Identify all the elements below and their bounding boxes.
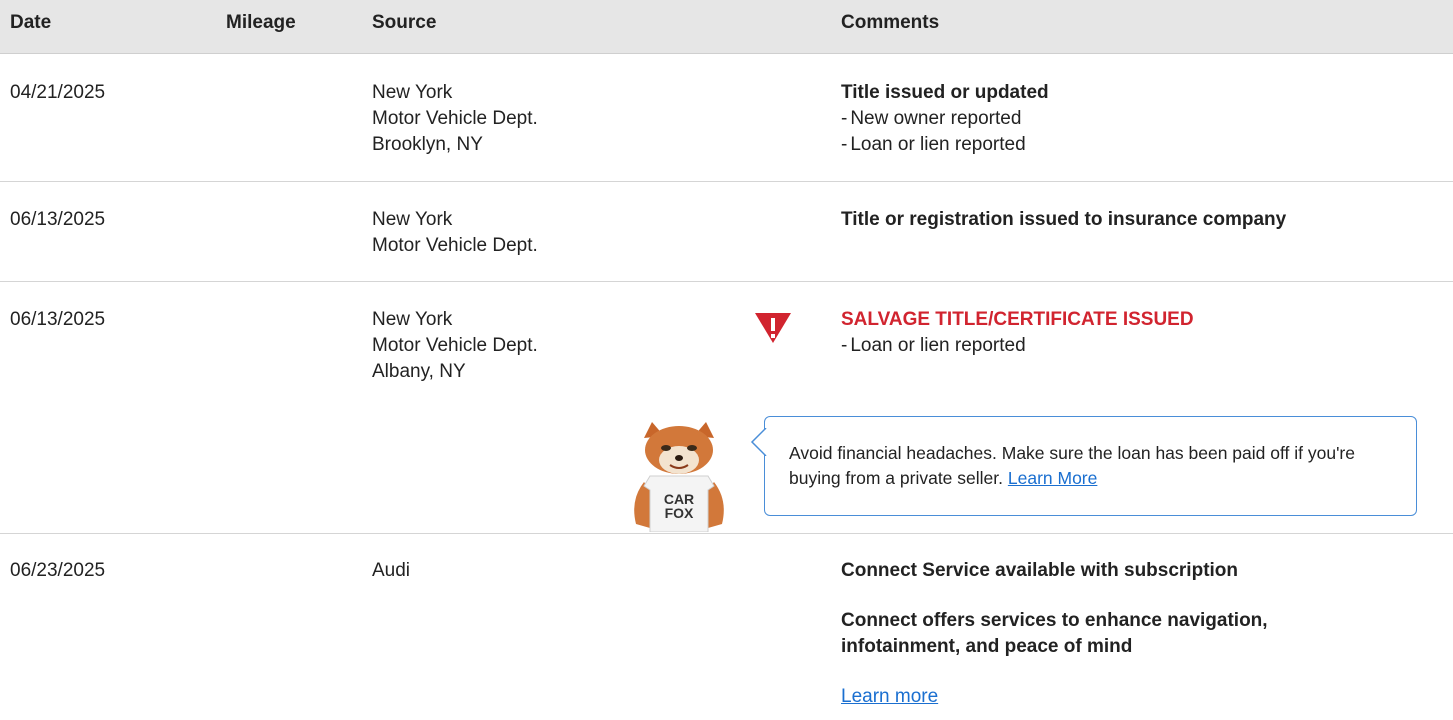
comment-body: Connect offers services to enhance navig…: [841, 610, 1268, 657]
source-line: Audi: [372, 560, 411, 581]
source-line: Motor Vehicle Dept.: [372, 235, 538, 256]
column-header-mileage: Mileage: [226, 12, 296, 33]
row-comments: Title or registration issued to insuranc…: [841, 207, 1286, 233]
table-row: 06/23/2025 Audi Connect Service availabl…: [0, 534, 1453, 720]
mascot-shirt-text: FOX: [665, 505, 694, 521]
comment-title: Title issued or updated: [841, 82, 1049, 103]
source-line: New York: [372, 82, 453, 103]
row-source: Audi: [372, 558, 410, 584]
row-date: 06/13/2025: [10, 309, 106, 330]
bubble-tail: [750, 428, 767, 456]
comment-item: Loan or lien reported: [841, 333, 1194, 359]
row-date: 06/23/2025: [10, 560, 106, 581]
column-header-date: Date: [10, 12, 52, 33]
column-header-source: Source: [372, 12, 437, 33]
row-source: New York Motor Vehicle Dept.: [372, 207, 538, 259]
comment-item: Loan or lien reported: [841, 132, 1049, 158]
row-date: 06/13/2025: [10, 209, 106, 230]
learn-more-link[interactable]: Learn More: [1008, 468, 1098, 488]
source-line: New York: [372, 209, 453, 230]
source-line: Motor Vehicle Dept.: [372, 108, 538, 129]
row-comments: Title issued or updated New owner report…: [841, 80, 1049, 158]
warning-triangle-icon: [755, 313, 791, 343]
row-comments: Connect Service available with subscript…: [841, 558, 1361, 710]
row-comments: SALVAGE TITLE/CERTIFICATE ISSUED Loan or…: [841, 307, 1194, 359]
comment-title: Connect Service available with subscript…: [841, 560, 1239, 581]
source-line: Motor Vehicle Dept.: [372, 335, 538, 356]
salvage-alert-title: SALVAGE TITLE/CERTIFICATE ISSUED: [841, 309, 1194, 330]
source-line: Brooklyn, NY: [372, 134, 483, 155]
column-header-comments: Comments: [841, 12, 940, 33]
source-line: New York: [372, 309, 453, 330]
learn-more-link[interactable]: Learn more: [841, 686, 938, 707]
tip-text: Avoid financial headaches. Make sure the…: [789, 441, 1389, 491]
table-row: 06/13/2025 New York Motor Vehicle Dept. …: [0, 182, 1453, 282]
comment-title: Title or registration issued to insuranc…: [841, 209, 1287, 230]
source-line: Albany, NY: [372, 361, 466, 382]
carfox-mascot: CAR FOX: [634, 422, 724, 532]
row-source: New York Motor Vehicle Dept. Brooklyn, N…: [372, 80, 538, 158]
row-date: 04/21/2025: [10, 82, 106, 103]
table-header: Date Mileage Source Comments: [0, 0, 1453, 54]
row-source: New York Motor Vehicle Dept. Albany, NY: [372, 307, 538, 385]
comment-item: New owner reported: [841, 106, 1049, 132]
tip-bubble: Avoid financial headaches. Make sure the…: [764, 416, 1417, 516]
table-row: 04/21/2025 New York Motor Vehicle Dept. …: [0, 55, 1453, 182]
